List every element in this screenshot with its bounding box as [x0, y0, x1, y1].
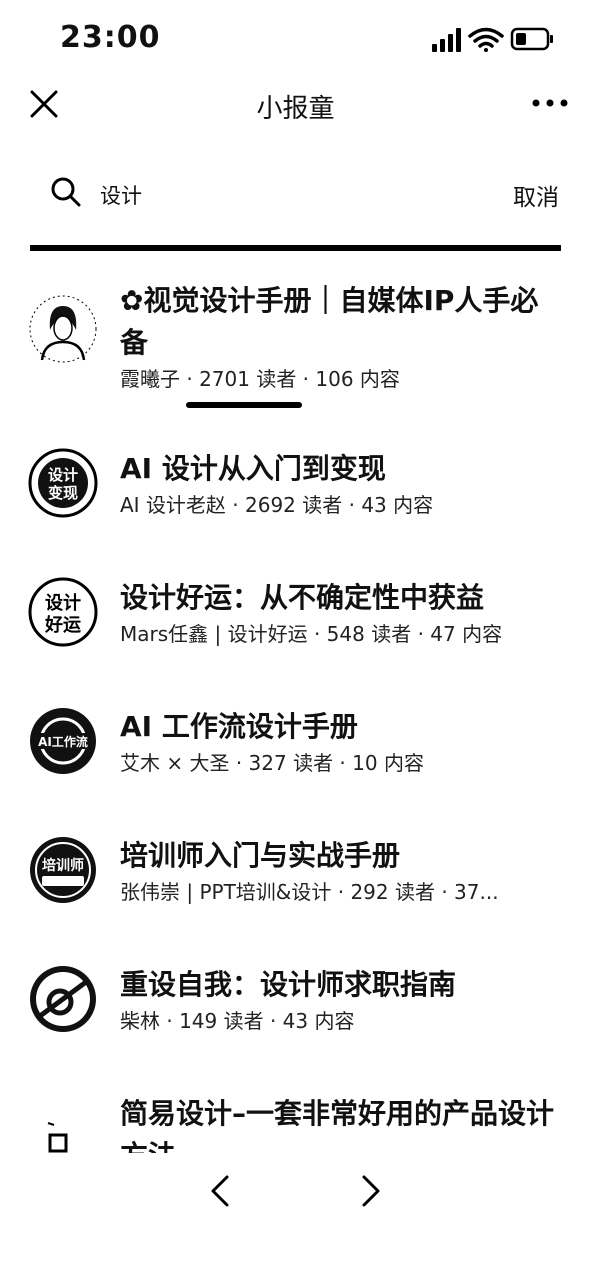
avatar — [47, 1122, 68, 1153]
bottom-nav — [0, 1160, 591, 1220]
svg-text:变现: 变现 — [48, 484, 78, 502]
avatar: 培训师 — [30, 837, 96, 903]
svg-text:AI工作流: AI工作流 — [38, 734, 88, 749]
avatar: 设计 变现 — [28, 448, 98, 518]
item-title: ✿视觉设计手册｜自媒体IP人手必备 — [120, 284, 539, 359]
svg-text:设计: 设计 — [48, 466, 78, 484]
chevron-left-icon[interactable] — [205, 1174, 235, 1208]
search-bar[interactable]: 设计 取消 — [0, 166, 591, 222]
status-icons — [432, 27, 553, 52]
item-meta: Mars任鑫 | 设计好运 · 548 读者 · 47 内容 — [120, 622, 503, 646]
item-meta: AI 设计老赵 · 2692 读者 · 43 内容 — [120, 493, 434, 517]
more-icon[interactable] — [530, 88, 570, 118]
item-title: 重设自我：设计师求职指南 — [120, 968, 457, 1001]
svg-text:培训师: 培训师 — [42, 857, 84, 874]
item-title: 简易设计–一套非常好用的产品设计方法 — [120, 1097, 555, 1153]
wifi-icon — [468, 27, 504, 52]
svg-text:好运: 好运 — [44, 614, 81, 636]
avatar: AI工作流 — [30, 708, 96, 774]
battery-icon — [510, 27, 553, 51]
search-underline — [30, 245, 561, 251]
item-title: 设计好运：从不确定性中获益 — [120, 581, 485, 614]
item-meta: 柴林 · 149 读者 · 43 内容 — [120, 1009, 355, 1033]
results-list: ✿视觉设计手册｜自媒体IP人手必备 霞曦子 · 2701 读者 · 106 内容… — [0, 258, 591, 1153]
svg-text:设计: 设计 — [45, 592, 81, 614]
chevron-right-icon[interactable] — [356, 1174, 386, 1208]
avatar — [29, 295, 97, 363]
item-meta: 霞曦子 · 2701 读者 · 106 内容 — [120, 367, 400, 391]
status-time: 23:00 — [60, 20, 161, 55]
scroll-indicator — [186, 402, 302, 408]
search-input[interactable]: 设计 — [100, 180, 142, 210]
page-title: 小报童 — [256, 94, 335, 124]
status-bar: 23:00 — [0, 0, 591, 80]
item-title: AI 设计从入门到变现 — [120, 452, 386, 485]
item-title: 培训师入门与实战手册 — [120, 839, 401, 872]
search-icon — [51, 177, 81, 207]
nav-bar: 小报童 — [0, 78, 591, 134]
item-title: AI 工作流设计手册 — [120, 710, 358, 743]
avatar — [30, 966, 96, 1032]
item-meta: 张伟崇 | PPT培训&设计 · 292 读者 · 37... — [120, 880, 499, 904]
avatar: 设计 好运 — [28, 577, 98, 647]
cancel-button[interactable]: 取消 — [513, 178, 559, 212]
item-meta: 艾木 × 大圣 · 327 读者 · 10 内容 — [120, 751, 424, 775]
signal-icon — [432, 28, 461, 52]
